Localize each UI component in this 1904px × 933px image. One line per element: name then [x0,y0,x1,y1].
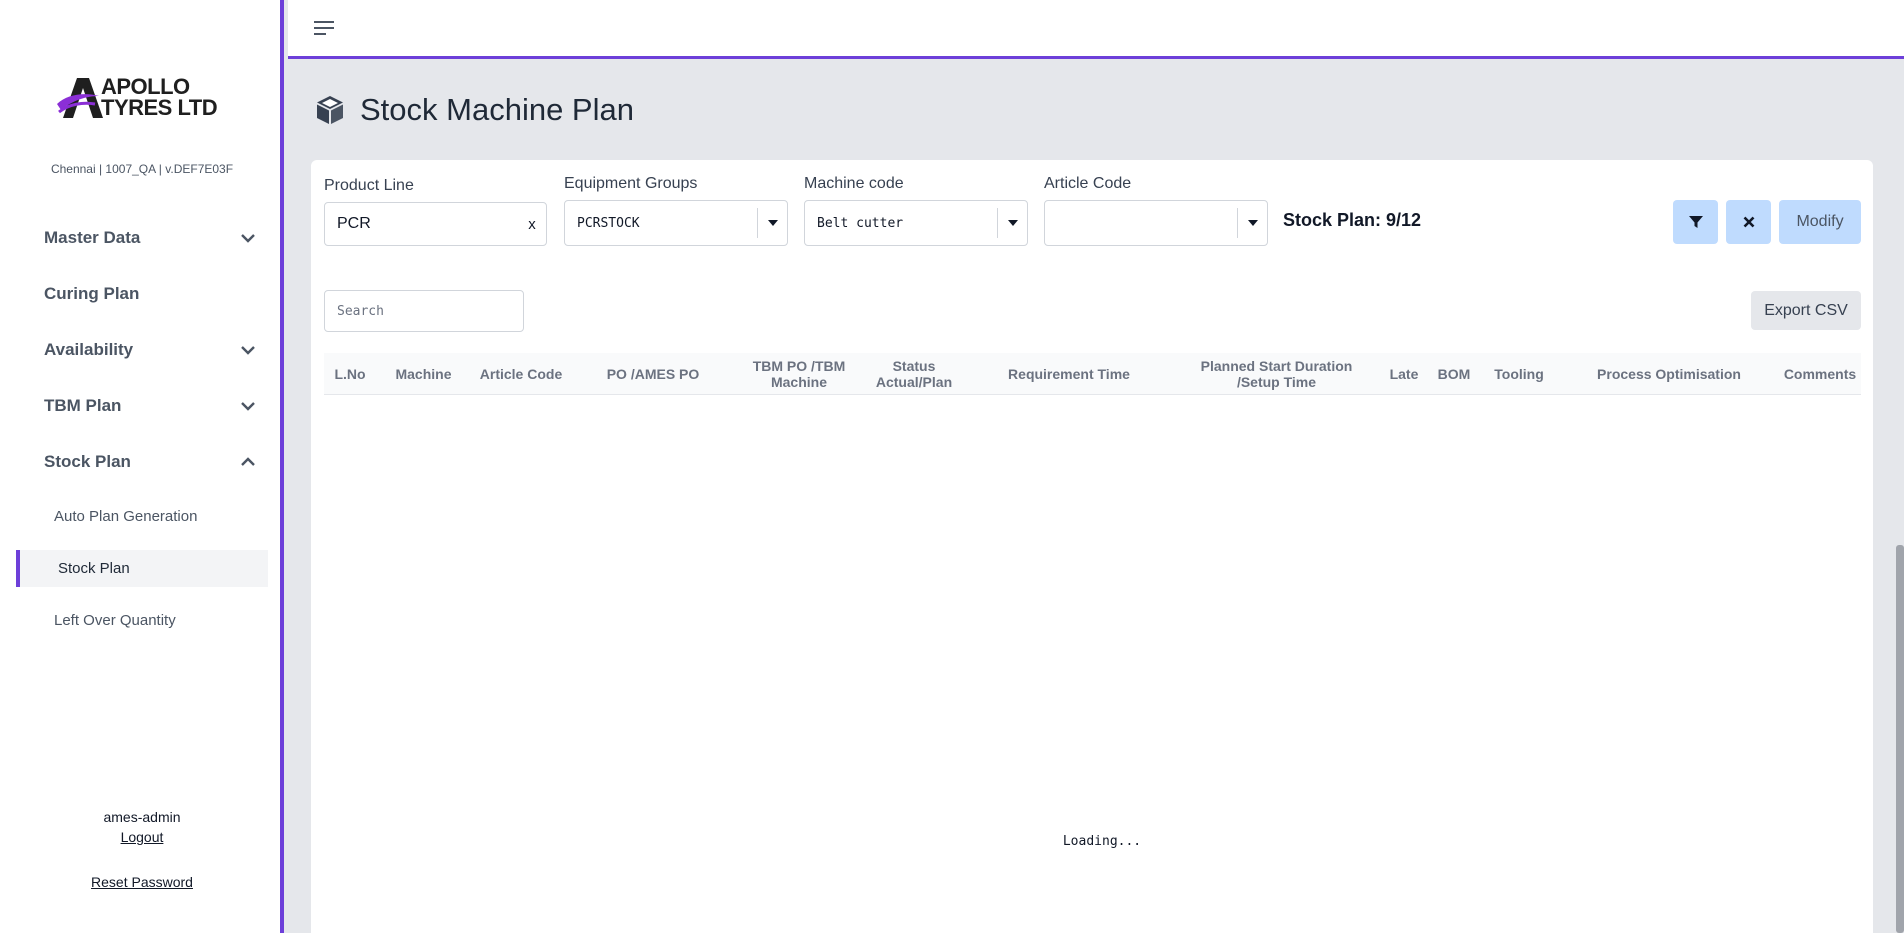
column-header-line: TBM PO /TBM [752,358,846,374]
apollo-logo[interactable]: APOLLO TYRES LTD [55,72,235,122]
sidebar-subitem-label: Auto Plan Generation [54,507,198,525]
machine-code-dropdown[interactable] [997,208,1027,238]
column-header-process-optimisation[interactable]: Process Optimisation [1559,353,1779,395]
sidebar-subitem-auto-plan-generation[interactable]: Auto Plan Generation [0,490,284,542]
environment-info: Chennai | 1007_QA | v.DEF7E03F [50,162,234,176]
article-code-dropdown[interactable] [1237,208,1267,238]
column-header-line: Machine [770,374,827,390]
equipment-groups-select[interactable]: PCRSTOCK [564,200,788,246]
column-header-planned-start[interactable]: Planned Start Duration /Setup Time [1174,353,1379,395]
sidebar-subitem-stock-plan[interactable]: Stock Plan [16,550,268,587]
cube-icon [317,96,343,124]
sidebar-subitem-label: Stock Plan [58,560,130,577]
sidebar-subitem-label: Left Over Quantity [54,611,176,629]
column-header-late[interactable]: Late [1379,353,1429,395]
clear-product-line-button[interactable]: x [518,216,546,233]
column-header-line: Status [892,358,936,374]
equipment-groups-dropdown[interactable] [757,208,787,238]
machine-code-label: Machine code [804,175,904,192]
caret-down-icon [1247,220,1258,226]
sidebar-nav: Master Data Curing Plan Availability TBM… [0,210,284,646]
modify-button[interactable]: Modify [1779,200,1861,244]
sidebar-item-stock-plan[interactable]: Stock Plan [0,434,284,490]
brand-line-1: APOLLO [101,74,190,99]
column-header-tbm-po-machine[interactable]: TBM PO /TBM Machine [734,353,864,395]
column-header-bom[interactable]: BOM [1429,353,1479,395]
machine-code-select[interactable]: Belt cutter [804,200,1028,246]
column-header-machine[interactable]: Machine [376,353,471,395]
article-code-select[interactable] [1044,200,1268,246]
page-scrollbar[interactable] [1896,545,1904,933]
product-line-label: Product Line [324,177,414,194]
stock-plan-card: Product Line PCR x Equipment Groups PCRS… [311,160,1873,933]
loading-indicator: Loading... [1062,834,1142,849]
column-header-article-code[interactable]: Article Code [471,353,571,395]
stock-plan-count: Stock Plan: 9/12 [1283,210,1422,230]
reset-password-link[interactable]: Reset Password [0,874,284,890]
close-icon [1743,216,1754,228]
table-header: L.No Machine Article Code PO /AMES PO TB… [324,353,1861,395]
brand-name: APOLLO TYRES LTD [101,74,218,120]
page-title: Stock Machine Plan [360,92,634,127]
column-header-line: Actual/Plan [875,374,953,390]
chevron-up-icon [241,457,255,466]
equipment-groups-label: Equipment Groups [564,175,698,192]
column-header-comments[interactable]: Comments [1779,353,1861,395]
export-csv-button[interactable]: Export CSV [1751,291,1861,330]
sidebar-item-label: Curing Plan [44,284,140,303]
column-header-requirement-time[interactable]: Requirement Time [964,353,1174,395]
column-header-po-ames-po[interactable]: PO /AMES PO [583,353,723,395]
column-header-status[interactable]: Status Actual/Plan [864,353,964,395]
logout-link[interactable]: Logout [0,829,284,845]
sidebar-item-availability[interactable]: Availability [0,322,284,378]
sidebar-subitem-left-over-quantity[interactable]: Left Over Quantity [0,594,284,646]
product-line-value: PCR [337,215,371,232]
menu-icon[interactable] [314,20,334,36]
column-header-tooling[interactable]: Tooling [1479,353,1559,395]
caret-down-icon [1007,220,1018,226]
sidebar: APOLLO TYRES LTD Chennai | 1007_QA | v.D… [0,0,284,933]
machine-code-value: Belt cutter [817,215,904,231]
article-code-label: Article Code [1044,175,1132,192]
username: ames-admin [103,809,181,825]
chevron-down-icon [241,234,255,243]
sidebar-item-label: TBM Plan [44,396,122,415]
column-header-lno[interactable]: L.No [324,353,376,395]
user-block: ames-admin Logout [0,809,284,845]
sidebar-item-label: Master Data [44,228,141,247]
sidebar-item-label: Availability [44,340,134,359]
column-header-line: Planned Start Duration [1200,358,1353,374]
filter-button[interactable] [1673,200,1718,244]
chevron-down-icon [241,402,255,411]
top-bar [288,0,1904,59]
clear-filters-button[interactable] [1726,200,1771,244]
sidebar-item-master-data[interactable]: Master Data [0,210,284,266]
caret-down-icon [767,220,778,226]
sidebar-item-curing-plan[interactable]: Curing Plan [0,266,284,322]
equipment-groups-value: PCRSTOCK [577,215,640,231]
chevron-down-icon [241,346,255,355]
brand-line-2: TYRES LTD [101,95,218,120]
product-line-select[interactable]: PCR x [324,202,547,246]
column-header-line: /Setup Time [1236,374,1317,390]
apollo-logo-icon [57,78,103,118]
sidebar-item-tbm-plan[interactable]: TBM Plan [0,378,284,434]
page-header: Stock Machine Plan [316,92,634,128]
filter-icon [1688,216,1703,228]
sidebar-item-label: Stock Plan [44,452,131,471]
search-input[interactable] [324,290,524,332]
